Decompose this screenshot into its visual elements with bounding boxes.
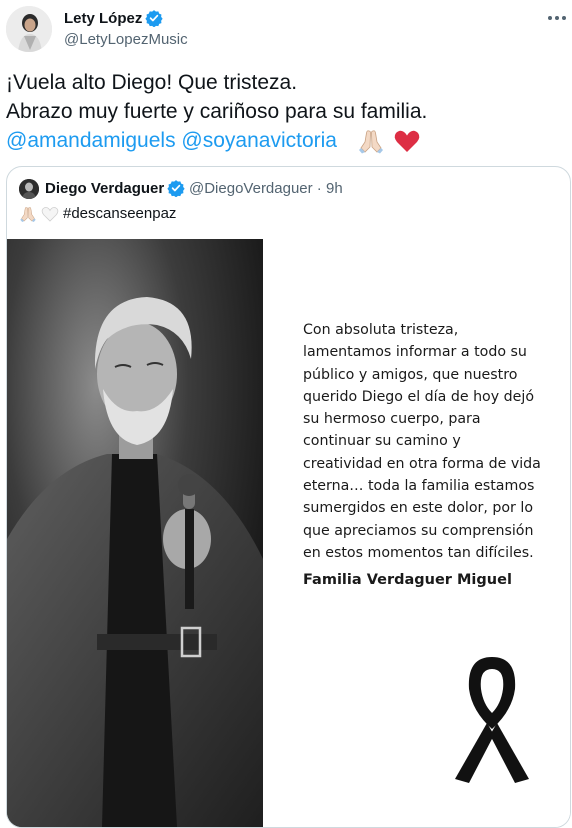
- quoted-avatar[interactable]: [19, 179, 39, 199]
- quoted-text: #descanseenpaz: [19, 205, 176, 223]
- notice-line: su hermoso cuerpo, para: [303, 411, 481, 428]
- notice-line: continuar su camino y: [303, 433, 461, 450]
- tweet-text: ¡Vuela alto Diego! Que tristeza. Abrazo …: [6, 68, 566, 155]
- folded-hands-icon: [20, 207, 36, 223]
- notice-line: público y amigos, que nuestro: [303, 366, 518, 383]
- author-name[interactable]: Lety López: [64, 10, 142, 27]
- avatar-image: [6, 6, 52, 52]
- notice-line: querido Diego el día de hoy dejó: [303, 388, 534, 405]
- memorial-notice-text: Con absoluta tristeza, lamentamos inform…: [303, 319, 553, 564]
- folded-hands-icon: [358, 130, 383, 154]
- memorial-photo: [7, 239, 263, 827]
- mention-link[interactable]: @soyanavictoria: [181, 129, 337, 152]
- quoted-author-name[interactable]: Diego Verdaguer: [45, 180, 164, 197]
- verified-badge-icon: [145, 10, 163, 27]
- mourning-ribbon-icon: [455, 657, 529, 783]
- quoted-media[interactable]: Con absoluta tristeza, lamentamos inform…: [7, 239, 570, 827]
- author-handle[interactable]: @LetyLopezMusic: [64, 31, 188, 48]
- quoted-avatar-image: [19, 179, 39, 199]
- tweet-line-2: Abrazo muy fuerte y cariñoso para su fam…: [6, 100, 428, 123]
- tweet-header: Lety López @LetyLopezMusic: [0, 0, 572, 60]
- tweet-line-3: @amandamiguels @soyanavictoria: [6, 126, 566, 155]
- notice-line: Con absoluta tristeza,: [303, 322, 459, 338]
- notice-line: creatividad en otra forma de vida: [303, 455, 541, 472]
- more-options-icon[interactable]: [545, 8, 569, 28]
- white-heart-icon: [41, 207, 59, 222]
- notice-line: eterna… toda la familia estamos: [303, 478, 535, 495]
- notice-line: que apreciamos su comprensión: [303, 522, 534, 539]
- verified-badge-icon: [167, 180, 185, 197]
- avatar[interactable]: [6, 6, 52, 52]
- notice-signature: Familia Verdaguer Miguel: [303, 572, 512, 588]
- hashtag-link[interactable]: #descanseenpaz: [63, 205, 176, 222]
- notice-line: sumergidos en este dolor, por lo: [303, 500, 534, 517]
- red-heart-icon: [394, 131, 419, 153]
- notice-line: lamentamos informar a todo su: [303, 344, 527, 361]
- portrait-image: [7, 239, 263, 827]
- notice-line: en estos momentos tan difíciles.: [303, 544, 534, 561]
- tweet-line-1: ¡Vuela alto Diego! Que tristeza.: [6, 71, 298, 94]
- quoted-handle-time[interactable]: @DiegoVerdaguer · 9h: [189, 180, 343, 197]
- quoted-tweet[interactable]: Diego Verdaguer @DiegoVerdaguer · 9h #de…: [6, 166, 571, 828]
- mention-link[interactable]: @amandamiguels: [6, 129, 176, 152]
